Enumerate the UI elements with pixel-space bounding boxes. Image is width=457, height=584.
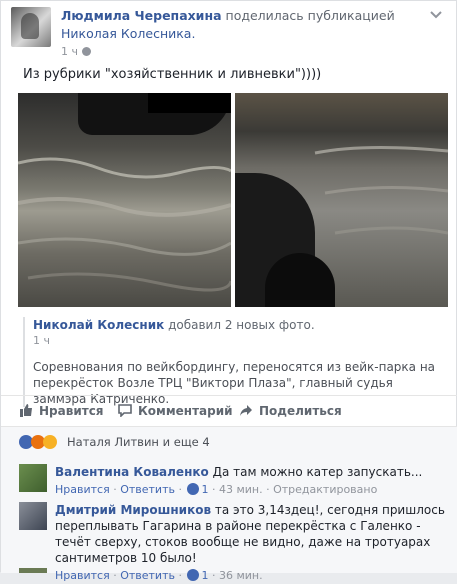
post-headline: Людмила Черепахина поделилась публикацие… (61, 7, 431, 43)
next-commenter-avatar (19, 568, 47, 573)
shared-verb: добавил 2 новых фото. (168, 318, 315, 332)
globe-icon (82, 47, 91, 56)
photo-grid (18, 93, 448, 307)
post-time[interactable]: 1 ч (61, 45, 91, 58)
post-header: Людмила Черепахина поделилась публикацие… (11, 7, 456, 58)
commenter-name[interactable]: Дмитрий Мирошников (55, 503, 211, 517)
like-count-icon (187, 569, 200, 581)
post-time-text: 1 ч (61, 45, 78, 58)
chevron-down-icon[interactable] (430, 11, 442, 19)
separator: · (113, 569, 117, 582)
separator: · (211, 483, 216, 496)
action-bar: Нравится Комментарий Поделиться (1, 395, 457, 425)
comment-text: Да там можно катер запускать... (212, 465, 423, 479)
share-label: Поделиться (259, 404, 342, 418)
like-button[interactable]: Нравится (19, 403, 104, 419)
shared-headline: Николай Колесник добавил 2 новых фото. (33, 317, 443, 333)
thumbs-up-icon (20, 404, 32, 417)
comments-section: Валентина Коваленко Да там можно катер з… (1, 456, 457, 582)
comment-like-count[interactable]: 1 (201, 483, 208, 496)
comment-reply-link[interactable]: Ответить (120, 569, 175, 582)
shared-post: Николай Колесник добавил 2 новых фото. 1… (23, 317, 443, 407)
separator: · (178, 483, 182, 496)
comment-meta: Нравится · Ответить · 1 · 36 мин. (55, 568, 455, 584)
comment-icon (118, 404, 132, 417)
post-card: Людмила Черепахина поделилась публикацие… (0, 0, 457, 582)
separator: · (178, 569, 182, 582)
shared-time[interactable]: 1 ч (33, 333, 443, 349)
photo-flooded-street-1[interactable] (18, 93, 231, 307)
comment-time[interactable]: 43 мин. (219, 483, 263, 496)
shared-from-link[interactable]: Николая Колесника. (61, 26, 195, 41)
post-text: Из рубрики "хозяйственник и ливневки")))… (23, 67, 322, 82)
comment-label: Комментарий (138, 404, 233, 418)
comment-edited[interactable]: Отредактировано (273, 483, 377, 496)
wow-reaction-icon (43, 435, 57, 449)
comment-time[interactable]: 36 мин. (219, 569, 263, 582)
comment-like-count[interactable]: 1 (201, 569, 208, 582)
water-ripples (18, 157, 231, 292)
post-verb: поделилась публикацией (225, 8, 395, 23)
commenter-avatar[interactable] (19, 464, 47, 492)
reactions-bar[interactable]: Наталя Литвин и еще 4 (1, 426, 457, 456)
comment-like-link[interactable]: Нравится (55, 569, 110, 582)
separator: · (211, 569, 216, 582)
commenter-avatar[interactable] (19, 502, 47, 530)
author-name[interactable]: Людмила Черепахина (61, 8, 222, 23)
like-label: Нравится (39, 404, 104, 418)
author-avatar[interactable] (11, 7, 51, 47)
comment-button[interactable]: Комментарий (118, 403, 233, 419)
comment-like-link[interactable]: Нравится (55, 483, 110, 496)
comment-reply-link[interactable]: Ответить (120, 483, 175, 496)
comment-meta: Нравится · Ответить · 1 · 43 мин. · Отре… (55, 482, 455, 498)
photo-flooded-street-2[interactable] (235, 93, 448, 307)
share-icon (240, 405, 252, 416)
separator: · (266, 483, 270, 496)
reaction-names[interactable]: Наталя Литвин и еще 4 (67, 435, 210, 449)
commenter-name[interactable]: Валентина Коваленко (55, 465, 209, 479)
street-ripples (314, 145, 448, 235)
separator: · (113, 483, 117, 496)
share-button[interactable]: Поделиться (239, 403, 342, 419)
like-count-icon (187, 483, 200, 495)
comment-body: Валентина Коваленко Да там можно катер з… (55, 464, 455, 498)
shared-author-name[interactable]: Николай Колесник (33, 318, 164, 332)
